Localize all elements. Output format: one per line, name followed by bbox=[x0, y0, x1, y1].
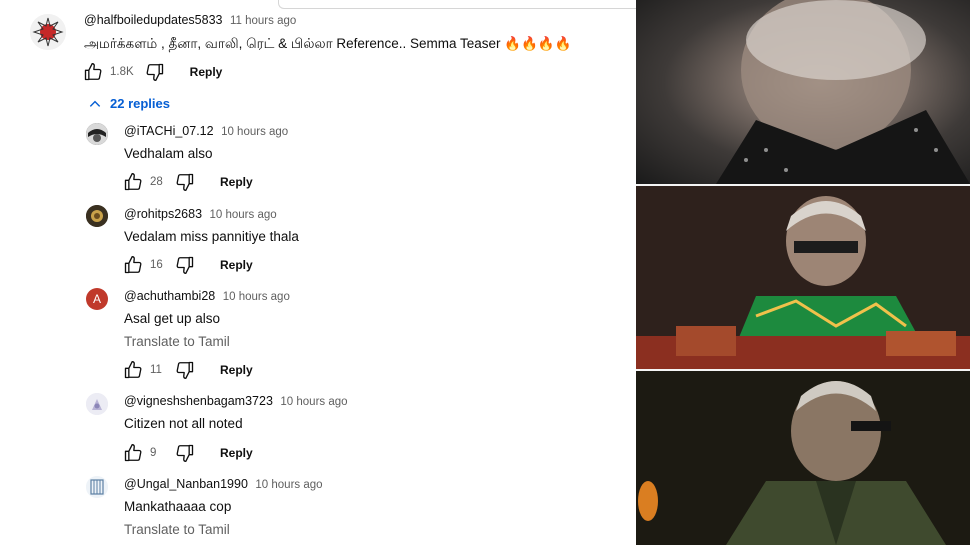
reply-button[interactable]: Reply bbox=[190, 65, 223, 79]
video-stills-collage bbox=[636, 0, 970, 545]
like-button[interactable] bbox=[122, 359, 144, 381]
comments-panel: @halfboiledupdates5833 11 hours ago அமர்… bbox=[0, 0, 636, 545]
comment-text: அமர்க்களம் , தீனா, வாலி, ரெட் & பில்லா R… bbox=[84, 36, 572, 51]
reply-button[interactable]: Reply bbox=[220, 175, 253, 189]
avatar[interactable] bbox=[30, 14, 66, 50]
like-count: 11 bbox=[150, 364, 162, 376]
dislike-button[interactable] bbox=[174, 254, 196, 276]
comment-time[interactable]: 10 hours ago bbox=[255, 479, 322, 491]
thumbs-down-icon bbox=[176, 173, 194, 191]
like-button[interactable] bbox=[82, 61, 104, 83]
thumbs-down-icon bbox=[176, 444, 194, 462]
comment-time[interactable]: 10 hours ago bbox=[280, 396, 347, 408]
chevron-up-icon bbox=[89, 100, 101, 107]
comment-actions: 1.8K Reply bbox=[82, 61, 222, 83]
comment-author[interactable]: @rohitps2683 bbox=[124, 207, 202, 221]
avatar-photo-icon bbox=[86, 205, 108, 227]
dislike-button[interactable] bbox=[144, 61, 166, 83]
avatar[interactable] bbox=[86, 205, 108, 227]
comment-input-edge bbox=[278, 0, 636, 9]
thumbs-down-icon bbox=[176, 361, 194, 379]
dislike-button[interactable] bbox=[174, 359, 196, 381]
thumbs-up-icon bbox=[124, 444, 142, 462]
like-button[interactable] bbox=[122, 171, 144, 193]
comment-actions: 11 Reply bbox=[122, 359, 253, 381]
video-still-2 bbox=[636, 186, 970, 369]
reply-button[interactable]: Reply bbox=[220, 446, 253, 460]
translate-link[interactable]: Translate to Tamil bbox=[124, 522, 230, 537]
comment-time[interactable]: 10 hours ago bbox=[221, 126, 288, 138]
thumbs-up-icon bbox=[124, 361, 142, 379]
thumbs-up-icon bbox=[124, 256, 142, 274]
comment-time[interactable]: 10 hours ago bbox=[210, 209, 277, 221]
scene-image bbox=[636, 371, 970, 545]
like-count: 9 bbox=[150, 447, 157, 459]
comment-author[interactable]: @vigneshshenbagam3723 bbox=[124, 394, 273, 408]
avatar-emblem-icon bbox=[30, 14, 66, 50]
comment-author[interactable]: @iTACHi_07.12 bbox=[124, 124, 214, 138]
translate-link[interactable]: Translate to Tamil bbox=[124, 334, 230, 349]
comment-time[interactable]: 10 hours ago bbox=[223, 291, 290, 303]
like-button[interactable] bbox=[122, 254, 144, 276]
avatar-photo-icon bbox=[86, 123, 108, 145]
portrait-image bbox=[716, 0, 970, 184]
dislike-button[interactable] bbox=[174, 171, 196, 193]
comment-text: Mankathaaaa cop bbox=[124, 499, 232, 514]
thumbs-up-icon bbox=[84, 63, 102, 81]
comment-author[interactable]: @Ungal_Nanban1990 bbox=[124, 477, 248, 491]
replies-count-label: 22 replies bbox=[110, 96, 170, 111]
reply-button[interactable]: Reply bbox=[220, 258, 253, 272]
comment-text: Citizen not all noted bbox=[124, 416, 243, 431]
avatar[interactable] bbox=[86, 123, 108, 145]
comment-author[interactable]: @halfboiledupdates5833 bbox=[84, 13, 223, 27]
like-count: 1.8K bbox=[110, 66, 134, 78]
comment-actions: 9 Reply bbox=[122, 442, 253, 464]
replies-toggle[interactable]: 22 replies bbox=[88, 96, 170, 111]
comment-actions: 28 Reply bbox=[122, 171, 253, 193]
avatar-photo-icon bbox=[86, 476, 108, 498]
reply-button[interactable]: Reply bbox=[220, 363, 253, 377]
comment-text: Vedhalam also bbox=[124, 146, 213, 161]
like-count: 16 bbox=[150, 259, 163, 271]
video-still-3 bbox=[636, 371, 970, 545]
thumbs-up-icon bbox=[124, 173, 142, 191]
scene-image bbox=[636, 186, 970, 369]
thumbs-down-icon bbox=[146, 63, 163, 82]
comment-author[interactable]: @achuthambi28 bbox=[124, 289, 215, 303]
like-count: 28 bbox=[150, 176, 163, 188]
avatar[interactable] bbox=[86, 393, 108, 415]
like-button[interactable] bbox=[122, 442, 144, 464]
comment-text: Vedalam miss pannitiye thala bbox=[124, 229, 299, 244]
dislike-button[interactable] bbox=[174, 442, 196, 464]
avatar-letter: A bbox=[92, 292, 101, 306]
thumbs-down-icon bbox=[176, 256, 194, 274]
comment-actions: 16 Reply bbox=[122, 254, 253, 276]
video-still-1 bbox=[636, 0, 970, 184]
avatar[interactable]: A bbox=[86, 288, 108, 310]
comment-time[interactable]: 11 hours ago bbox=[230, 15, 296, 27]
avatar-photo-icon bbox=[86, 393, 108, 415]
avatar[interactable] bbox=[86, 476, 108, 498]
comment-text: Asal get up also bbox=[124, 311, 221, 326]
